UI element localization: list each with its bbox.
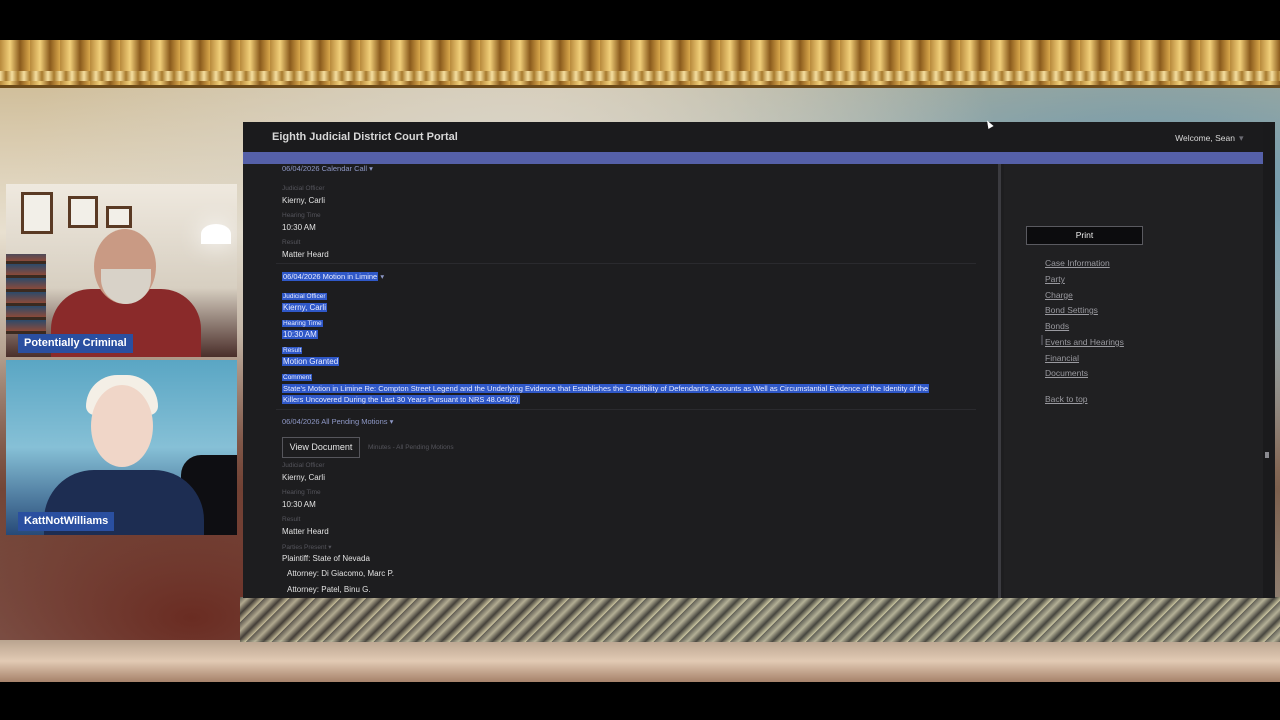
- parties-present-toggle[interactable]: Parties Present ▾: [282, 543, 332, 551]
- case-sidebar: Print Case Information Party Charge Bond…: [1004, 164, 1263, 598]
- field-label: Comment: [282, 374, 313, 381]
- hearing-time-value: 10:30 AM: [282, 330, 318, 339]
- wall-frame: [21, 192, 53, 234]
- webcam-host-1: Potentially Criminal: [6, 184, 237, 357]
- result-value: Motion Granted: [282, 357, 340, 366]
- hearing-time-value: 10:30 AM: [282, 223, 316, 232]
- bookshelf: [6, 254, 46, 334]
- portal-header: Eighth Judicial District Court Portal We…: [243, 122, 1263, 152]
- result-value: Matter Heard: [282, 527, 329, 536]
- webcam-name-label: Potentially Criminal: [18, 334, 133, 353]
- active-nav-indicator: [1041, 335, 1043, 345]
- judicial-officer-value: Kierny, Carli: [282, 473, 325, 482]
- nav-bonds[interactable]: Bonds: [1045, 321, 1069, 331]
- welcome-user-menu[interactable]: Welcome, Sean: [1175, 133, 1235, 143]
- stream-scene: Potentially Criminal KattNotWilliams Eig…: [0, 0, 1280, 720]
- chevron-down-icon: ▾: [369, 164, 373, 173]
- field-label: Hearing Time: [282, 320, 323, 327]
- nav-party[interactable]: Party: [1045, 274, 1065, 284]
- event-motion-in-limine: 06/04/2026 Motion in Limine ▾: [282, 272, 384, 281]
- party-plaintiff: Plaintiff: State of Nevada: [282, 554, 370, 563]
- nav-bond-settings[interactable]: Bond Settings: [1045, 305, 1098, 315]
- nav-financial[interactable]: Financial: [1045, 353, 1079, 363]
- divider: [276, 263, 976, 264]
- painted-rubble: [240, 597, 1280, 642]
- field-label: Result: [282, 347, 303, 354]
- nav-events-and-hearings[interactable]: Events and Hearings: [1045, 337, 1124, 347]
- event-header[interactable]: 06/04/2026 Motion in Limine ▾: [282, 272, 384, 281]
- result-value: Matter Heard: [282, 250, 329, 259]
- user-icon[interactable]: ▾: [1239, 133, 1249, 143]
- person-head: [91, 385, 153, 467]
- divider: [276, 409, 976, 410]
- comment-text: Killers Uncovered During the Last 30 Yea…: [282, 395, 520, 404]
- print-button[interactable]: Print: [1026, 226, 1143, 245]
- field-label: Result: [282, 239, 301, 246]
- ornate-frame-bottom: [0, 640, 1280, 682]
- wall-frame: [68, 196, 98, 228]
- judicial-officer-value: Kierny, Carli: [282, 303, 327, 312]
- view-document-button[interactable]: View Document: [282, 437, 360, 458]
- webcam-name-label: KattNotWilliams: [18, 512, 115, 531]
- portal-title: Eighth Judicial District Court Portal: [272, 131, 458, 143]
- scrollbar-thumb[interactable]: [1265, 452, 1269, 458]
- event-header[interactable]: 06/04/2026 Calendar Call ▾: [282, 164, 373, 173]
- ornate-frame-top: [0, 40, 1280, 88]
- field-label: Hearing Time: [282, 489, 321, 496]
- field-label: Hearing Time: [282, 212, 321, 219]
- field-label: Judicial Officer: [282, 293, 327, 300]
- lamp: [201, 224, 231, 244]
- party-attorney: Attorney: Di Giacomo, Marc P.: [287, 569, 394, 578]
- event-calendar-call: 06/04/2026 Calendar Call ▾: [282, 164, 373, 173]
- field-label: Judicial Officer: [282, 185, 325, 192]
- event-header[interactable]: 06/04/2026 All Pending Motions ▾: [282, 417, 393, 426]
- judicial-officer-value: Kierny, Carli: [282, 196, 325, 205]
- nav-charge[interactable]: Charge: [1045, 290, 1073, 300]
- chevron-down-icon: ▾: [328, 544, 332, 551]
- header-accent-bar: [243, 152, 1263, 164]
- nav-documents[interactable]: Documents: [1045, 368, 1088, 378]
- chevron-down-icon: ▾: [380, 272, 385, 281]
- back-to-top-link[interactable]: Back to top: [1045, 394, 1088, 404]
- field-label: Result: [282, 516, 301, 523]
- party-attorney: Attorney: Patel, Binu G.: [287, 585, 371, 594]
- hearing-time-value: 10:30 AM: [282, 500, 316, 509]
- wall-frame: [106, 206, 132, 228]
- events-panel: 06/04/2026 Calendar Call ▾ Judicial Offi…: [243, 164, 1001, 598]
- scrollbar[interactable]: [1263, 122, 1275, 598]
- court-portal-window: Eighth Judicial District Court Portal We…: [243, 122, 1275, 598]
- event-all-pending-motions: 06/04/2026 All Pending Motions ▾: [282, 417, 393, 426]
- document-description: Minutes - All Pending Motions: [368, 444, 454, 451]
- nav-case-information[interactable]: Case Information: [1045, 258, 1110, 268]
- chevron-down-icon: ▾: [389, 417, 394, 426]
- comment-text: State's Motion in Limine Re: Compton Str…: [282, 384, 930, 393]
- field-label: Judicial Officer: [282, 462, 325, 469]
- webcam-host-2: KattNotWilliams: [6, 360, 237, 535]
